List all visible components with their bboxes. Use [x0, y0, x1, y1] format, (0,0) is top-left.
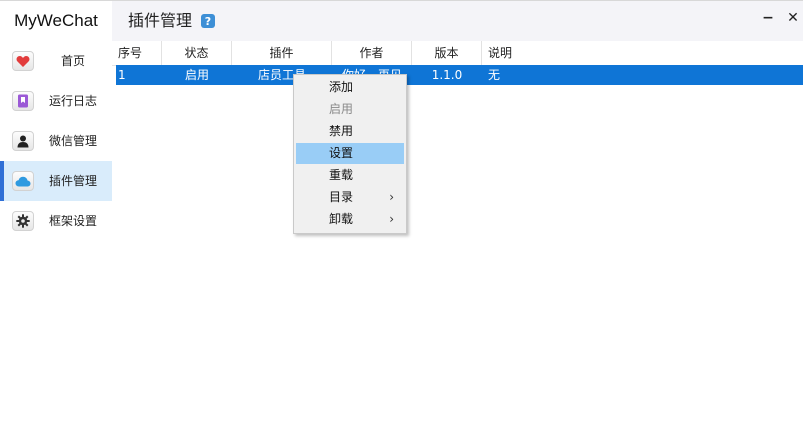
sidebar-item-label: 框架设置 — [49, 214, 98, 228]
app-window: MyWeChat 首页 运行日志 微信管理 插件管理 框架设置 插件管理 ? −… — [0, 0, 803, 434]
column-header-status[interactable]: 状态 — [162, 41, 232, 65]
plugin-table: 序号 状态 插件 作者 版本 说明 1 启用 店员工具 你好，再见 1.1.0 … — [112, 41, 803, 85]
cell-version: 1.1.0 — [431, 68, 463, 82]
menu-item-label: 重载 — [329, 168, 354, 182]
column-header-description[interactable]: 说明 — [482, 41, 803, 65]
sidebar-item-framework-settings[interactable]: 框架设置 — [0, 201, 112, 241]
bookmark-icon — [12, 91, 34, 111]
app-brand: MyWeChat — [14, 11, 98, 30]
cell-index: 1 — [118, 68, 126, 82]
menu-item-label: 禁用 — [329, 124, 354, 138]
page-header: 插件管理 ? − ✕ — [112, 1, 803, 41]
close-button[interactable]: ✕ — [784, 9, 802, 27]
menu-item-label: 目录 — [329, 190, 354, 204]
gear-icon — [12, 211, 34, 231]
sidebar-item-label: 微信管理 — [49, 134, 98, 148]
sidebar-item-home[interactable]: 首页 — [0, 41, 112, 81]
table-row[interactable]: 1 启用 店员工具 你好，再见 1.1.0 无 — [116, 65, 803, 85]
help-icon[interactable]: ? — [201, 14, 215, 28]
context-menu: 添加 启用 禁用 设置 重载 目录 › 卸载 › — [293, 74, 407, 234]
menu-item-label: 卸载 — [329, 212, 354, 226]
user-icon — [12, 131, 34, 151]
column-header-author[interactable]: 作者 — [332, 41, 412, 65]
menu-item-enable: 启用 — [296, 99, 404, 120]
column-header-plugin[interactable]: 插件 — [232, 41, 332, 65]
menu-item-label: 设置 — [329, 146, 354, 160]
menu-item-label: 启用 — [329, 102, 354, 116]
cell-status: 启用 — [184, 68, 209, 82]
menu-item-label: 添加 — [329, 80, 354, 94]
minimize-button[interactable]: − — [759, 9, 777, 27]
menu-item-directory[interactable]: 目录 › — [296, 187, 404, 208]
chevron-right-icon: › — [389, 212, 394, 226]
menu-item-settings[interactable]: 设置 — [296, 143, 404, 164]
sidebar-item-label: 插件管理 — [49, 174, 98, 188]
menu-item-reload[interactable]: 重载 — [296, 165, 404, 186]
column-header-version[interactable]: 版本 — [412, 41, 482, 65]
sidebar-item-label: 首页 — [60, 54, 85, 68]
sidebar-item-label: 运行日志 — [49, 94, 98, 108]
sidebar-item-wechat-manage[interactable]: 微信管理 — [0, 121, 112, 161]
page-title: 插件管理 — [128, 11, 193, 30]
cloud-icon — [12, 171, 34, 191]
sidebar-item-plugin-manage[interactable]: 插件管理 — [0, 161, 112, 201]
menu-item-add[interactable]: 添加 — [296, 77, 404, 98]
sidebar-item-run-log[interactable]: 运行日志 — [0, 81, 112, 121]
menu-item-uninstall[interactable]: 卸载 › — [296, 209, 404, 230]
column-header-index[interactable]: 序号 — [112, 41, 162, 65]
chevron-right-icon: › — [389, 190, 394, 204]
active-indicator — [0, 161, 4, 201]
table-header: 序号 状态 插件 作者 版本 说明 — [112, 41, 803, 66]
sidebar: MyWeChat 首页 运行日志 微信管理 插件管理 框架设置 — [0, 1, 112, 434]
heart-icon — [12, 51, 34, 71]
cell-description: 无 — [488, 68, 501, 82]
menu-item-disable[interactable]: 禁用 — [296, 121, 404, 142]
